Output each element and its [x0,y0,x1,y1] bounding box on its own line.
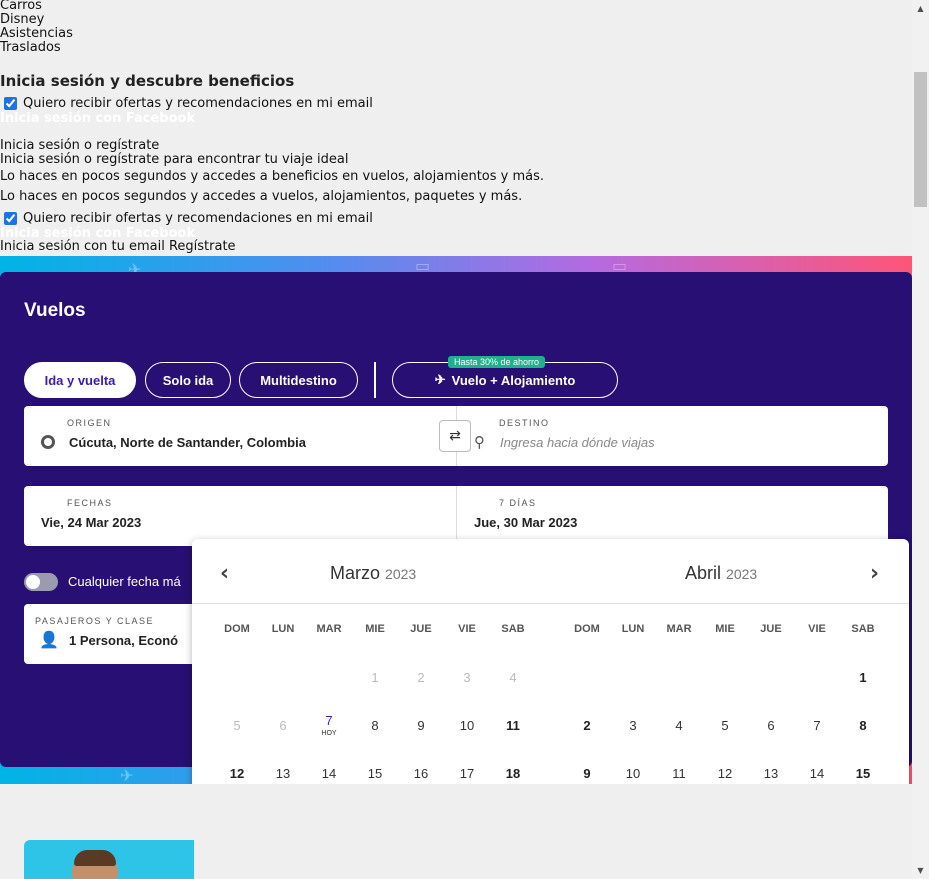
menu-item-asistencias[interactable]: Asistencias [0,27,73,41]
return-date[interactable]: Jue, 30 Mar 2023 [474,515,577,530]
plane-icon: ✈ [120,766,134,785]
plane-icon: ✈ [434,372,446,387]
search-title: Vuelos [24,300,86,321]
weekday-header: LUN [271,623,295,635]
offers-checkbox-label-2: Quiero recibir ofertas y recomendaciones… [23,211,373,226]
weekday-header: JUE [410,623,432,635]
offers-checkbox-row[interactable]: Quiero recibir ofertas y recomendaciones… [4,96,373,111]
calendar-day: 3 [463,669,471,685]
calendar-day[interactable]: 7 [794,703,840,747]
menu-item-disney[interactable]: Disney [0,13,44,27]
origin-circle-icon [41,435,55,449]
toggle-knob [26,575,40,589]
passengers-label: PASAJEROS Y CLASE [35,616,155,626]
login-heading: Inicia sesión y descubre beneficios [0,72,295,90]
calendar-divider [192,603,909,604]
month-title-march: Marzo 2023 [330,563,416,584]
location-pin-icon: ⚲ [474,433,485,451]
page-scrollbar[interactable]: ▲ ▼ [912,0,929,879]
offers-checkbox[interactable] [4,97,17,110]
calendar-day[interactable]: 4 [656,703,702,747]
dates-field[interactable]: FECHAS Vie, 24 Mar 2023 7 DÍAS Jue, 30 M… [24,486,888,546]
weekday-header: MIE [365,623,385,635]
swap-icon: ⇄ [449,428,461,444]
scroll-thumb[interactable] [914,72,927,207]
login-register-link[interactable]: Inicia sesión o regístrate [0,139,159,153]
calendar-day[interactable]: 10 [444,703,490,747]
calendar-day: 5 [233,717,241,733]
departure-date[interactable]: Vie, 24 Mar 2023 [41,515,141,530]
month-year: 2023 [385,566,417,582]
weekday-header: VIE [458,623,476,635]
calendar-day[interactable]: 2 [564,703,610,747]
calendar-day: 6 [279,717,287,733]
month-year: 2023 [726,566,758,582]
menu-item-traslados[interactable]: Traslados [0,41,61,55]
login-benefits-text: Lo haces en pocos segundos y accedes a b… [0,169,545,184]
swap-origin-destination-button[interactable]: ⇄ [439,420,471,452]
calendar-day[interactable]: 1 [840,655,886,699]
flight-hotel-label: Vuelo + Alojamiento [451,372,576,388]
calendar-day: 1 [371,669,379,685]
calendar-day[interactable]: 8 [840,703,886,747]
weekday-header: LUN [621,623,645,635]
weekday-header: DOM [574,623,600,635]
weekday-header: JUE [760,623,782,635]
calendar-day[interactable]: 9 [398,703,444,747]
weekday-header: VIE [808,623,826,635]
passengers-value: 1 Persona, Econó [69,633,179,648]
field-separator [456,486,457,546]
calendar-day[interactable]: 8 [352,703,398,747]
flexible-dates-label: Cualquier fecha má [68,574,181,589]
month-name: Marzo [330,563,381,583]
weekday-header: MIE [715,623,735,635]
offers-checkbox-2[interactable] [4,212,17,225]
calendar-day: 2 [417,669,425,685]
trip-type-roundtrip[interactable]: Ida y vuelta [24,362,136,398]
calendar-day[interactable]: 11 [490,703,536,747]
calendar-day: 4 [509,669,517,685]
calendar-day[interactable]: 3 [610,703,656,747]
today-label: HOY [321,730,337,737]
month-title-april: Abril 2023 [685,563,757,584]
person-icon: 👤 [39,630,59,649]
facebook-login-link[interactable]: Inicia sesión con Facebook [0,111,195,126]
scroll-up-arrow[interactable]: ▲ [912,0,929,17]
weekday-header: SAB [851,623,875,635]
calendar-day[interactable]: 6 [748,703,794,747]
next-month-button[interactable]: › [870,561,879,586]
passengers-field[interactable]: PASAJEROS Y CLASE 👤 1 Persona, Econó [24,604,204,664]
destination-input[interactable]: Ingresa hacia dónde viajas [500,435,655,450]
weekday-header: DOM [224,623,250,635]
promo-person-hair [74,850,116,866]
email-login-links[interactable]: Inicia sesión con tu email Regístrate [0,240,236,254]
login-subtitle: Inicia sesión o regístrate para encontra… [0,152,349,167]
weekday-header: SAB [501,623,525,635]
origin-input[interactable]: Cúcuta, Norte de Santander, Colombia [69,435,306,450]
scroll-down-arrow[interactable]: ▼ [912,862,929,879]
duration-label: 7 DÍAS [499,498,537,508]
dates-label: FECHAS [67,498,113,508]
weekday-header: MAR [666,623,692,635]
origin-label: ORIGEN [67,418,112,428]
weekday-header: MAR [316,623,342,635]
promo-card[interactable] [24,840,194,879]
flexible-dates-toggle[interactable] [24,573,58,591]
destination-label: DESTINO [499,418,550,428]
month-name: Abril [685,563,722,583]
calendar-day[interactable]: 7 HOY [306,703,352,747]
trip-type-multicity[interactable]: Multidestino [239,362,358,398]
calendar-day[interactable]: 5 [702,703,748,747]
trip-type-divider [374,362,376,398]
offers-checkbox-label: Quiero recibir ofertas y recomendaciones… [23,96,373,111]
trip-type-oneway[interactable]: Solo ida [145,362,231,398]
login-benefits-text-2: Lo haces en pocos segundos y accedes a v… [0,189,523,204]
savings-badge: Hasta 30% de ahorro [448,356,546,368]
prev-month-button[interactable]: ‹ [220,561,229,586]
offers-checkbox-row-2[interactable]: Quiero recibir ofertas y recomendaciones… [4,211,373,226]
